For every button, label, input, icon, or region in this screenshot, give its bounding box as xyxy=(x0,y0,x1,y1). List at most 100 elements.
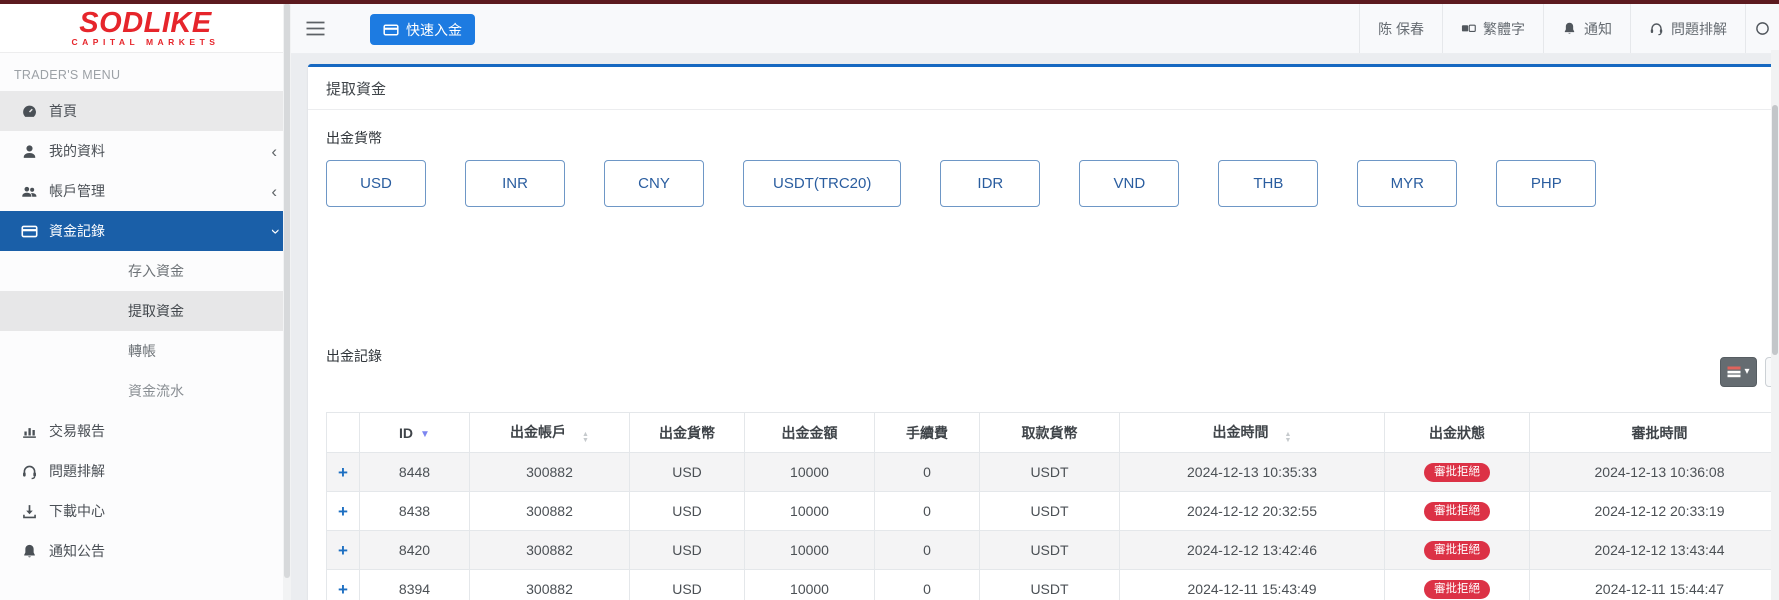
expand-column-header xyxy=(327,413,360,453)
cell-fee: 0 xyxy=(875,531,980,570)
language-menu[interactable]: 繁體字 xyxy=(1442,4,1543,53)
sidebar-subitem-flow[interactable]: 資金流水 xyxy=(0,371,291,411)
expand-row-button[interactable] xyxy=(338,464,348,481)
cell-payout-currency: USDT xyxy=(980,570,1120,600)
brand-logo[interactable]: SODLIKE CAPITAL MARKETS xyxy=(0,0,291,53)
users-icon xyxy=(21,183,38,200)
chevron-left-icon xyxy=(271,183,277,200)
sidebar-item-downloads[interactable]: 下載中心 xyxy=(0,491,291,531)
cell-account: 300882 xyxy=(470,492,630,531)
sidebar-item-troubleshoot[interactable]: 問題排解 xyxy=(0,451,291,491)
cell-id: 8448 xyxy=(360,453,470,492)
column-header-approval-time: 審批時間 xyxy=(1530,413,1779,453)
user-name: 陈 保春 xyxy=(1378,19,1424,39)
table-row: 8420 300882 USD 10000 0 USDT 2024-12-12 … xyxy=(327,531,1779,570)
sidebar-item-reports[interactable]: 交易報告 xyxy=(0,411,291,451)
cell-payout-currency: USDT xyxy=(980,492,1120,531)
cell-currency: USD xyxy=(630,492,745,531)
traders-menu-heading: TRADER'S MENU xyxy=(0,53,291,91)
table-row: 8394 300882 USD 10000 0 USDT 2024-12-11 … xyxy=(327,570,1779,600)
cell-payout-currency: USDT xyxy=(980,453,1120,492)
columns-toggle-button[interactable] xyxy=(1720,357,1757,387)
currency-button-myr[interactable]: MYR xyxy=(1357,160,1457,207)
user-menu[interactable]: 陈 保春 xyxy=(1359,4,1442,53)
sidebar-item-label: 通知公告 xyxy=(49,541,105,561)
column-header-id[interactable]: ID xyxy=(360,413,470,453)
sort-both-icon xyxy=(1285,432,1292,443)
sidebar-item-label: 存入資金 xyxy=(128,261,184,281)
expand-row-button[interactable] xyxy=(338,581,348,598)
currency-button-vnd[interactable]: VND xyxy=(1079,160,1179,207)
user-icon xyxy=(21,143,38,160)
cell-currency: USD xyxy=(630,531,745,570)
sidebar-item-label: 下載中心 xyxy=(49,501,105,521)
currency-button-cny[interactable]: CNY xyxy=(604,160,704,207)
sidebar-item-label: 轉帳 xyxy=(128,341,156,361)
column-header-account[interactable]: 出金帳戶 xyxy=(470,413,630,453)
page-title: 提取資金 xyxy=(308,67,1779,110)
sidebar-subitem-deposit[interactable]: 存入資金 xyxy=(0,251,291,291)
notifications-label: 通知 xyxy=(1584,19,1612,39)
help-circle-icon xyxy=(1755,21,1770,36)
brand-tagline: CAPITAL MARKETS xyxy=(72,37,220,47)
credit-card-icon xyxy=(383,22,399,38)
cell-amount: 10000 xyxy=(745,570,875,600)
cell-id: 8420 xyxy=(360,531,470,570)
table-header-row: ID 出金帳戶 出金貨幣 出金金額 手續費 取款貨幣 出金時間 出金狀態 審批時… xyxy=(327,413,1779,453)
quick-deposit-label: 快速入金 xyxy=(406,20,462,40)
caret-down-icon xyxy=(1744,367,1749,377)
currency-button-inr[interactable]: INR xyxy=(465,160,565,207)
download-icon xyxy=(21,503,38,520)
sidebar-item-profile[interactable]: 我的資料 xyxy=(0,131,291,171)
withdraw-records-table: ID 出金帳戶 出金貨幣 出金金額 手續費 取款貨幣 出金時間 出金狀態 審批時… xyxy=(326,412,1779,600)
cell-approval-time: 2024-12-12 13:43:44 xyxy=(1530,531,1779,570)
cell-time: 2024-12-12 20:32:55 xyxy=(1120,492,1385,531)
cell-approval-time: 2024-12-13 10:36:08 xyxy=(1530,453,1779,492)
currency-button-usd[interactable]: USD xyxy=(326,160,426,207)
column-header-time[interactable]: 出金時間 xyxy=(1120,413,1385,453)
status-badge: 審批拒絕 xyxy=(1424,463,1490,483)
partner-menu-heading: PARTNER'S MENU xyxy=(0,583,291,600)
sidebar-subitem-transfer[interactable]: 轉帳 xyxy=(0,331,291,371)
currency-button-idr[interactable]: IDR xyxy=(940,160,1040,207)
sidebar: SODLIKE CAPITAL MARKETS TRADER'S MENU 首頁… xyxy=(0,0,291,600)
brand-name: SODLIKE xyxy=(79,10,211,36)
language-label: 繁體字 xyxy=(1483,19,1525,39)
sidebar-subitem-withdraw[interactable]: 提取資金 xyxy=(0,291,291,331)
expand-row-button[interactable] xyxy=(338,503,348,520)
currency-section-label: 出金貨幣 xyxy=(326,128,1779,148)
notifications-menu[interactable]: 通知 xyxy=(1543,4,1630,53)
table-row: 8448 300882 USD 10000 0 USDT 2024-12-13 … xyxy=(327,453,1779,492)
sidebar-item-accounts[interactable]: 帳戶管理 xyxy=(0,171,291,211)
bell-icon xyxy=(21,543,38,560)
page-scrollbar-thumb[interactable] xyxy=(1772,105,1778,355)
expand-row-button[interactable] xyxy=(338,542,348,559)
records-section-label: 出金記錄 xyxy=(326,346,1779,366)
currency-button-php[interactable]: PHP xyxy=(1496,160,1596,207)
cell-account: 300882 xyxy=(470,570,630,600)
sidebar-scrollbar-thumb[interactable] xyxy=(284,3,290,578)
credit-card-icon xyxy=(21,223,38,240)
support-menu[interactable]: 問題排解 xyxy=(1630,4,1745,53)
currency-button-usdt-trc20[interactable]: USDT(TRC20) xyxy=(743,160,901,207)
bell-icon xyxy=(1562,21,1577,36)
withdraw-card-body: 出金貨幣 USD INR CNY USDT(TRC20) IDR VND THB… xyxy=(308,110,1779,600)
currency-button-thb[interactable]: THB xyxy=(1218,160,1318,207)
chart-bar-icon xyxy=(21,423,38,440)
cell-time: 2024-12-11 15:43:49 xyxy=(1120,570,1385,600)
sidebar-item-home[interactable]: 首頁 xyxy=(0,91,291,131)
sidebar-item-announcements[interactable]: 通知公告 xyxy=(0,531,291,571)
sidebar-item-funds[interactable]: 資金記錄 xyxy=(0,211,291,251)
cell-id: 8394 xyxy=(360,570,470,600)
sidebar-item-label: 問題排解 xyxy=(49,461,105,481)
quick-deposit-button[interactable]: 快速入金 xyxy=(370,14,475,45)
cell-id: 8438 xyxy=(360,492,470,531)
help-menu[interactable] xyxy=(1745,4,1779,53)
sidebar-item-label: 資金流水 xyxy=(128,381,184,401)
sidebar-item-label: 帳戶管理 xyxy=(49,181,105,201)
cell-fee: 0 xyxy=(875,570,980,600)
cell-fee: 0 xyxy=(875,492,980,531)
cell-fee: 0 xyxy=(875,453,980,492)
sidebar-toggle-button[interactable] xyxy=(291,4,340,53)
cell-amount: 10000 xyxy=(745,492,875,531)
